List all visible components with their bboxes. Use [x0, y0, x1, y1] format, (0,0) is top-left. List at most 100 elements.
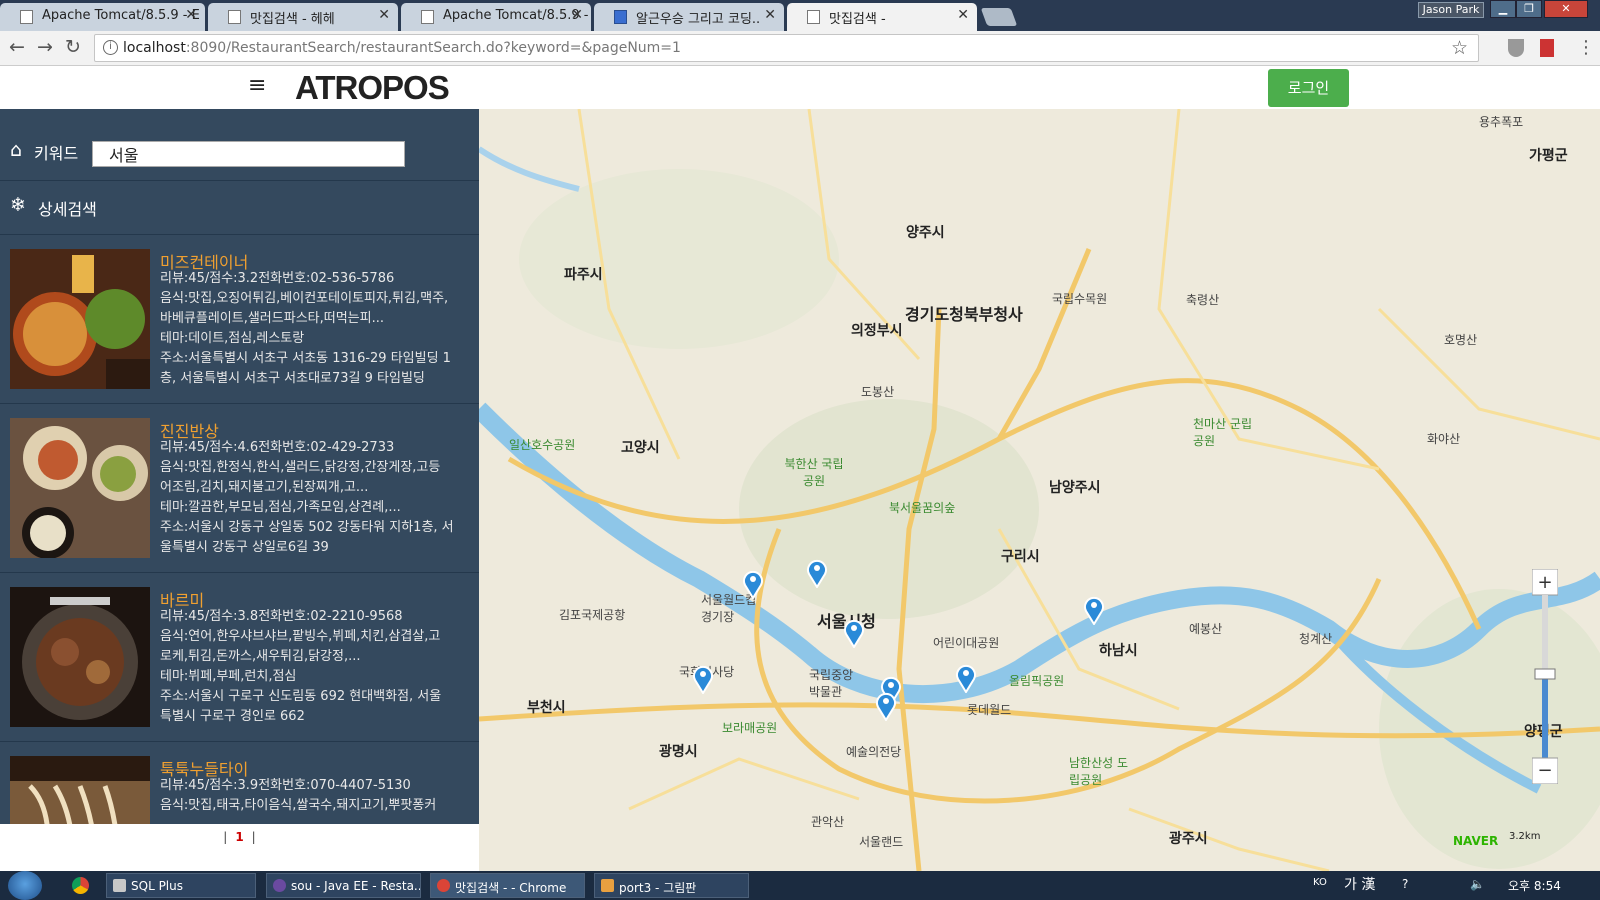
- map-label: 부천시: [527, 700, 566, 716]
- map-label: 하남시: [1099, 643, 1138, 659]
- login-button[interactable]: 로그인: [1268, 69, 1349, 107]
- naver-logo: NAVER: [1453, 834, 1499, 848]
- food-text-cont: 로케,튀김,돈까스,새우튀김,닭강정,...: [160, 649, 361, 664]
- review-score-phone: 리뷰:45/점수:3.2전화번호:02-536-5786: [160, 271, 395, 286]
- map-label: 북서울꿈의숲: [889, 501, 956, 515]
- advanced-search-toggle[interactable]: ❄ 상세검색: [0, 181, 479, 235]
- chrome-pin-icon[interactable]: [72, 877, 89, 894]
- extension-shield-icon[interactable]: [1508, 39, 1524, 57]
- extension-bookmark-icon[interactable]: [1540, 39, 1554, 57]
- food-text-cont: 어조림,김치,돼지불고기,된장찌개,고...: [160, 480, 369, 495]
- start-button[interactable]: [8, 871, 42, 900]
- map-label: 남한산성 도립공원: [1069, 756, 1129, 787]
- close-icon[interactable]: ✕: [571, 7, 583, 23]
- restaurant-item[interactable]: 진진반상 리뷰:45/점수:4.6전화번호:02-429-2733 음식:맛집,…: [0, 404, 479, 573]
- review-score-phone: 리뷰:45/점수:3.8전화번호:02-2210-9568: [160, 609, 403, 624]
- map-label: 도봉산: [861, 385, 895, 399]
- keyword-input[interactable]: [92, 141, 405, 167]
- food-text: 음식:맛집,한정식,한식,샐러드,닭강정,간장게장,고등: [160, 460, 441, 475]
- maximize-icon[interactable]: ❐: [1516, 0, 1542, 18]
- browser-tab-active[interactable]: 맛집검색 - ✕: [787, 3, 977, 31]
- map-marker-icon[interactable]: [806, 558, 828, 588]
- volume-icon[interactable]: 🔈: [1470, 877, 1485, 891]
- close-icon[interactable]: ✕: [378, 7, 390, 23]
- taskbar-item[interactable]: port3 - 그림판: [594, 873, 749, 898]
- windows-taskbar: SQL Plus sou - Java EE - Resta... 맛집검색 -…: [0, 871, 1600, 900]
- search-sidebar: ⌂ 키워드 ❄ 상세검색 미즈컨테이너 리뷰:45/점수:3.2전화번호:02-…: [0, 109, 479, 871]
- window-close-icon[interactable]: ✕: [1544, 0, 1588, 18]
- advanced-search-label: 상세검색: [38, 200, 97, 219]
- map-label: 서울랜드: [859, 835, 904, 849]
- map-label: 축령산: [1186, 293, 1220, 307]
- restaurant-photo[interactable]: [10, 249, 150, 389]
- map-marker-icon[interactable]: [875, 691, 897, 721]
- map-marker-icon[interactable]: [692, 664, 714, 694]
- site-logo[interactable]: ATROPOS: [295, 69, 450, 107]
- bookmark-star-icon[interactable]: ☆: [1451, 37, 1468, 59]
- restaurant-item[interactable]: 바르미 리뷰:45/점수:3.8전화번호:02-2210-9568 음식:연어,…: [0, 573, 479, 742]
- new-tab-button[interactable]: [980, 8, 1018, 26]
- map-marker-icon[interactable]: [955, 663, 977, 693]
- address-text-cont: 층, 서울특별시 서초구 서초대로73길 9 타임빌딩: [160, 371, 425, 386]
- map-label: 북한산 국립공원: [784, 457, 844, 488]
- back-icon[interactable]: ←: [9, 36, 25, 58]
- menu-dots-icon[interactable]: ⋮: [1577, 37, 1595, 58]
- map-label: 가평군: [1529, 148, 1568, 164]
- info-icon[interactable]: i: [103, 40, 118, 55]
- restaurant-photo[interactable]: [10, 756, 150, 824]
- address-text-cont: 특별시 구로구 경인로 662: [160, 709, 305, 724]
- chrome-icon: [437, 879, 450, 892]
- restaurant-item[interactable]: 미즈컨테이너 리뷰:45/점수:3.2전화번호:02-536-5786 음식:맛…: [0, 235, 479, 404]
- browser-tab[interactable]: 알근우승 그리고 코딩.. ✕: [594, 3, 784, 31]
- url-field[interactable]: i localhost:8090/RestaurantSearch/restau…: [94, 34, 1479, 62]
- taskbar-item[interactable]: SQL Plus: [106, 873, 256, 898]
- address-text-cont: 울특별시 강동구 상일로6길 39: [160, 540, 329, 555]
- map-label: 롯데월드: [967, 703, 1012, 717]
- address-text: 주소:서울시 구로구 신도림동 692 현대백화점, 서울: [160, 689, 442, 704]
- close-icon[interactable]: ✕: [957, 7, 969, 23]
- map-marker-icon[interactable]: [742, 569, 764, 599]
- review-score-phone: 리뷰:45/점수:4.6전화번호:02-429-2733: [160, 440, 395, 455]
- map-scale: 3.2km: [1509, 831, 1541, 842]
- ime-indicator[interactable]: 가 漢: [1344, 874, 1375, 894]
- help-icon[interactable]: ?: [1402, 877, 1408, 891]
- map-label: 광주시: [1169, 831, 1208, 847]
- close-icon[interactable]: ✕: [764, 7, 776, 23]
- paint-icon: [601, 879, 614, 892]
- restaurant-item[interactable]: 툭툭누들타이 리뷰:45/점수:3.9전화번호:070-4407-5130 음식…: [0, 742, 479, 824]
- map-label: 올림픽공원: [1009, 674, 1065, 688]
- hamburger-menu-icon[interactable]: ≡: [248, 73, 266, 98]
- zoom-in-icon: +: [1537, 572, 1552, 593]
- restaurant-photo[interactable]: [10, 418, 150, 558]
- zoom-control[interactable]: + −: [1532, 569, 1558, 784]
- close-icon[interactable]: ✕: [185, 7, 197, 23]
- map-label: 일산호수공원: [509, 438, 576, 452]
- page-1-link[interactable]: 1: [235, 830, 243, 844]
- map-label: 용추폭포: [1479, 115, 1524, 129]
- tab-title: Apache Tomcat/8.5.9 - E: [42, 8, 200, 23]
- restaurant-photo[interactable]: [10, 587, 150, 727]
- map-canvas[interactable]: [479, 109, 1600, 871]
- map-label: 고양시: [621, 440, 660, 456]
- address-bar: ← → ↻ i localhost:8090/RestaurantSearch/…: [0, 31, 1600, 66]
- forward-icon[interactable]: →: [37, 36, 53, 58]
- taskbar-item[interactable]: sou - Java EE - Resta...: [266, 873, 421, 898]
- reload-icon[interactable]: ↻: [65, 36, 81, 58]
- profile-name[interactable]: Jason Park: [1418, 2, 1484, 18]
- map-view[interactable]: 파주시 양주시 경기도청북부청사 의정부시 고양시 북한산 국립공원 남양주시 …: [479, 109, 1600, 871]
- map-marker-icon[interactable]: [843, 618, 865, 648]
- map-label: 남양주시: [1049, 480, 1101, 496]
- browser-tab[interactable]: 맛집검색 - 헤헤 ✕: [208, 3, 398, 31]
- browser-tab[interactable]: Apache Tomcat/8.5.9 - E ✕: [0, 3, 205, 31]
- map-label: 관악산: [811, 815, 845, 829]
- language-indicator[interactable]: KO: [1313, 877, 1327, 888]
- browser-tab[interactable]: Apache Tomcat/8.5.9 - E ✕: [401, 3, 591, 31]
- clock[interactable]: 오후 8:54: [1508, 877, 1561, 894]
- minimize-icon[interactable]: ▁: [1490, 0, 1516, 18]
- site-header: ≡ ATROPOS 로그인: [0, 66, 1600, 109]
- theme-text: 테마:뷔페,부페,런치,점심: [160, 669, 297, 684]
- map-marker-icon[interactable]: [1083, 595, 1105, 625]
- map-label: 양주시: [906, 225, 945, 241]
- taskbar-item[interactable]: 맛집검색 - - Chrome: [430, 873, 585, 898]
- map-label: 예술의전당: [846, 745, 902, 759]
